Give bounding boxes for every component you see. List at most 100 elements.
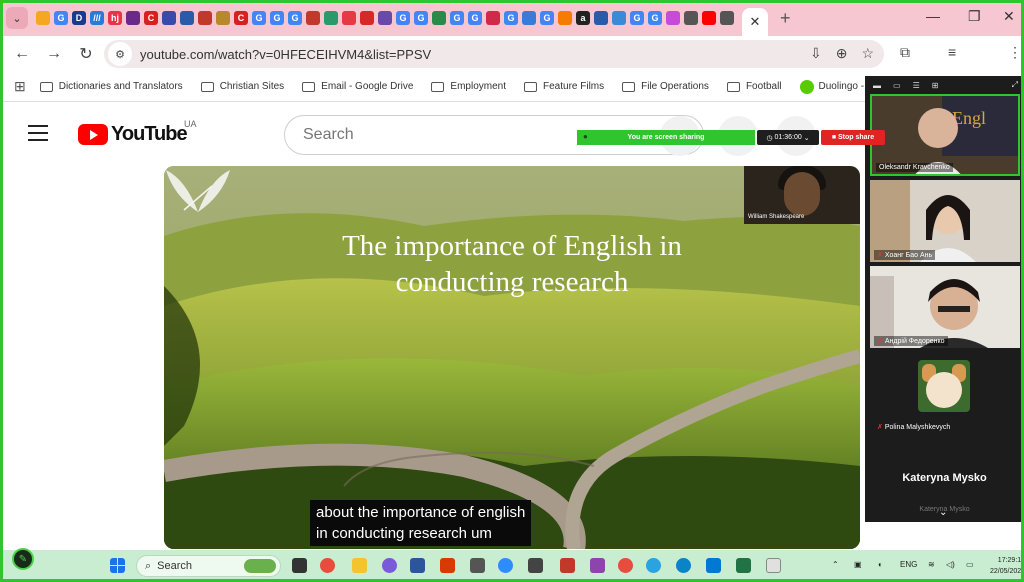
tab-favicon-icon[interactable] — [612, 11, 626, 25]
tab-favicon-icon[interactable]: /// — [90, 11, 104, 25]
taskbar-clock[interactable]: 17:29:15 22/05/2025 — [990, 555, 1024, 577]
tab-favicon-icon[interactable]: D — [72, 11, 86, 25]
word-icon[interactable] — [410, 558, 425, 573]
tab-favicon-icon[interactable] — [558, 11, 572, 25]
zoom-app-icon[interactable] — [498, 558, 513, 573]
reload-icon[interactable]: ↻ — [72, 44, 100, 64]
tab-favicon-icon[interactable]: G — [54, 11, 68, 25]
tab-favicon-icon[interactable] — [162, 11, 176, 25]
tab-favicon-icon[interactable] — [198, 11, 212, 25]
view-strip-icon[interactable]: ▭ — [893, 81, 901, 90]
tab-favicon-icon[interactable]: G — [396, 11, 410, 25]
back-icon[interactable]: ← — [8, 45, 36, 63]
apps-grid-icon[interactable]: ⊞ — [14, 78, 26, 95]
tab-favicon-icon[interactable]: G — [270, 11, 284, 25]
tab-favicon-icon[interactable] — [486, 11, 500, 25]
outlook-icon[interactable] — [706, 558, 721, 573]
notepad-icon[interactable] — [766, 558, 781, 573]
media-control-icon[interactable]: ≡ — [948, 44, 956, 60]
chevron-down-icon[interactable]: ⌄ — [939, 507, 947, 518]
tab-close-icon[interactable]: ✕ — [742, 8, 768, 36]
bookmark-item[interactable]: Football — [726, 81, 782, 92]
stop-share-button[interactable]: ■ Stop share — [821, 130, 885, 145]
zoom-icon[interactable]: ⊕ — [836, 45, 848, 62]
extensions-icon[interactable]: ⧉ — [900, 44, 910, 61]
minimize-icon[interactable]: — — [926, 8, 940, 24]
participant-name-only[interactable]: Kateryna Mysko — [865, 472, 1024, 484]
app-icon[interactable] — [676, 558, 691, 573]
windows-start-icon[interactable] — [110, 558, 125, 573]
view-grid-icon[interactable]: ⊞ — [932, 81, 939, 90]
new-tab-icon[interactable]: + — [780, 8, 791, 29]
tab-favicon-icon[interactable]: G — [252, 11, 266, 25]
tab-favicon-icon[interactable]: hj — [108, 11, 122, 25]
tab-favicon-icon[interactable] — [306, 11, 320, 25]
panel-minimize-icon[interactable]: ▬ — [873, 81, 881, 90]
tab-favicon-icon[interactable] — [702, 11, 716, 25]
tab-favicon-icon[interactable]: G — [288, 11, 302, 25]
excel-icon[interactable] — [736, 558, 751, 573]
bookmark-item[interactable]: File Operations — [622, 81, 709, 92]
annotation-pen-icon[interactable]: ✎ — [12, 548, 34, 570]
app-icon[interactable] — [590, 558, 605, 573]
tab-favicon-icon[interactable] — [324, 11, 338, 25]
bookmark-item[interactable]: Employment — [431, 81, 506, 92]
tab-favicon-icon[interactable] — [432, 11, 446, 25]
language-indicator[interactable]: ENG — [900, 560, 917, 569]
tab-favicon-icon[interactable] — [216, 11, 230, 25]
tab-favicon-icon[interactable]: C — [144, 11, 158, 25]
chrome-icon[interactable] — [320, 558, 335, 573]
tab-favicon-icon[interactable] — [180, 11, 194, 25]
tab-favicon-icon[interactable]: G — [540, 11, 554, 25]
tab-favicon-icon[interactable]: G — [504, 11, 518, 25]
bible-app-icon[interactable] — [560, 558, 575, 573]
install-icon[interactable]: ⇩ — [810, 45, 822, 62]
tab-favicon-icon[interactable]: a — [576, 11, 590, 25]
viber-icon[interactable] — [382, 558, 397, 573]
tab-favicon-icon[interactable]: C — [234, 11, 248, 25]
participant-tile[interactable]: ✗ Polina Malyshkevych — [870, 352, 1020, 434]
app-icon[interactable] — [528, 558, 543, 573]
app-icon[interactable] — [470, 558, 485, 573]
battery-icon[interactable]: ▭ — [966, 560, 974, 569]
hamburger-menu-icon[interactable] — [28, 125, 48, 146]
share-timer[interactable]: ◷ 01:36:00 ⌄ — [757, 130, 819, 145]
youtube-logo[interactable]: YouTube — [78, 123, 188, 146]
expand-icon[interactable]: ⤢ — [1012, 80, 1018, 90]
app-icon[interactable] — [440, 558, 455, 573]
tab-favicon-icon[interactable] — [342, 11, 356, 25]
telegram-icon[interactable] — [646, 558, 661, 573]
view-list-icon[interactable]: ☰ — [913, 81, 920, 90]
wifi-icon[interactable]: ≋ — [928, 560, 935, 569]
close-window-icon[interactable]: ✕ — [1003, 8, 1015, 25]
bookmark-item[interactable]: Christian Sites — [200, 81, 284, 92]
forward-icon[interactable]: → — [40, 45, 68, 63]
participant-tile[interactable]: ✗ Хоанг Бао Ань — [870, 180, 1020, 262]
tab-favicon-icon[interactable] — [126, 11, 140, 25]
tab-favicon-icon[interactable] — [594, 11, 608, 25]
bookmark-star-icon[interactable]: ☆ — [861, 45, 874, 62]
tab-favicon-icon[interactable]: G — [414, 11, 428, 25]
participant-tile[interactable]: Engl Oleksandr Kravchenko — [870, 94, 1020, 176]
bookmark-item[interactable]: Feature Films — [524, 81, 604, 92]
tab-favicon-icon[interactable] — [360, 11, 374, 25]
taskbar-search[interactable]: ⌕ Search — [136, 555, 281, 577]
menu-icon[interactable]: ⋮ — [1008, 44, 1022, 61]
tab-favicon-icon[interactable]: G — [630, 11, 644, 25]
tray-chevron-icon[interactable]: ⌃ — [832, 560, 839, 569]
tab-favicon-icon[interactable]: G — [648, 11, 662, 25]
volume-icon[interactable]: ◁) — [946, 560, 955, 569]
tab-favicon-icon[interactable] — [666, 11, 680, 25]
video-player[interactable]: The importance of English in conducting … — [164, 166, 860, 549]
file-explorer-icon[interactable] — [352, 558, 367, 573]
tray-icon[interactable]: ▣ — [854, 560, 862, 569]
tray-icon[interactable]: ◐ — [878, 560, 883, 569]
opera-icon[interactable] — [618, 558, 633, 573]
address-bar[interactable]: ⚙ youtube.com/watch?v=0HFECEIHVM4&list=P… — [104, 40, 884, 68]
site-info-icon[interactable]: ⚙ — [108, 42, 132, 66]
bookmark-item[interactable]: Email - Google Drive — [302, 81, 413, 92]
tab-favicon-icon[interactable]: G — [468, 11, 482, 25]
address-url[interactable]: youtube.com/watch?v=0HFECEIHVM4&list=PPS… — [140, 47, 431, 62]
participant-tile[interactable]: ✗ Андрій Федоренко — [870, 266, 1020, 348]
bookmark-item[interactable]: Dictionaries and Translators — [39, 81, 183, 92]
